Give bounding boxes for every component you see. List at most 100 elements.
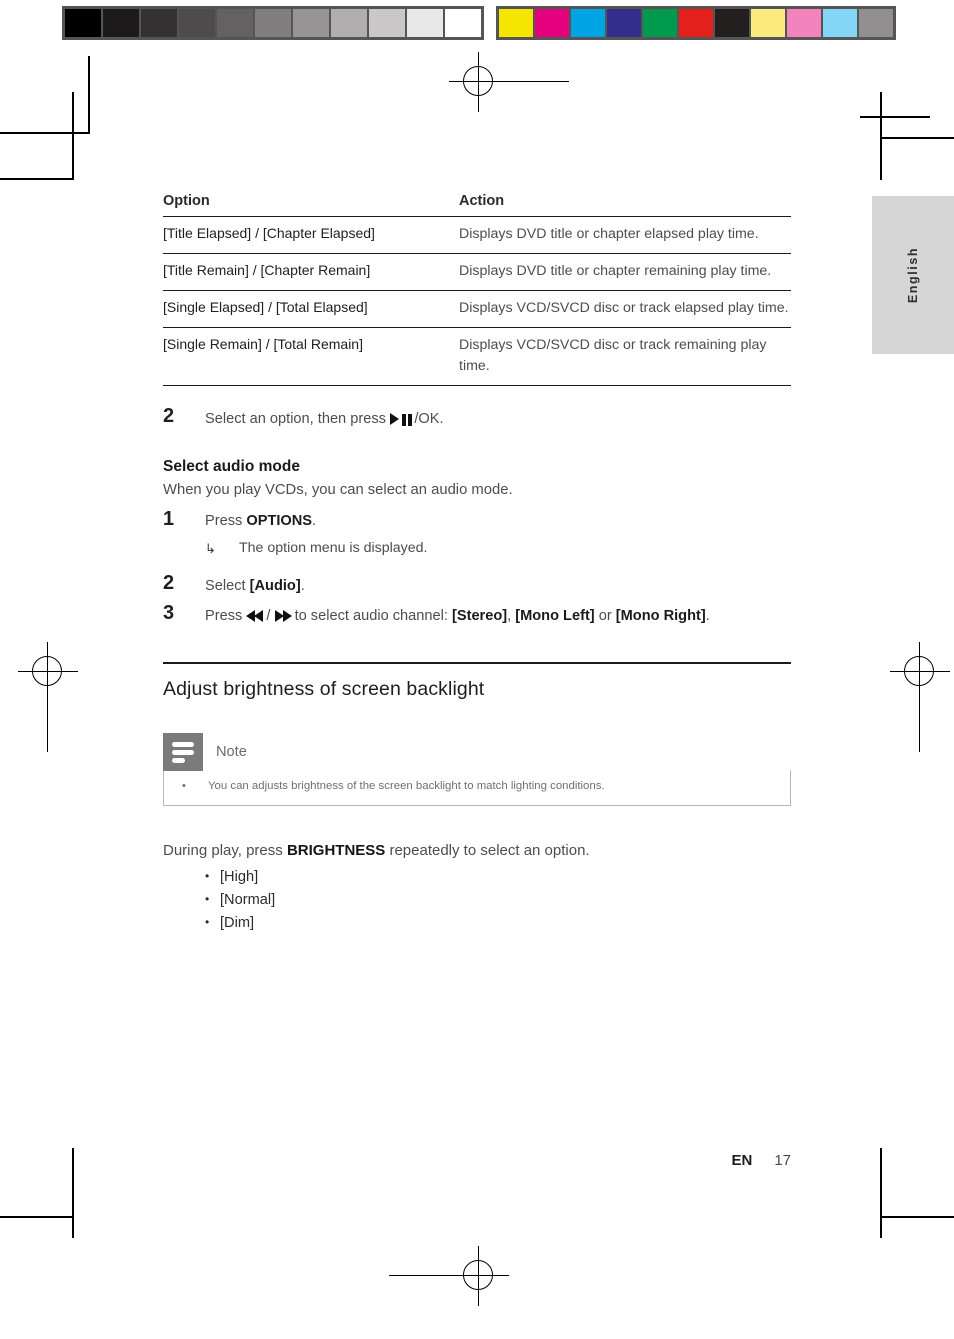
step-text: Select an option, then press /OK. — [205, 406, 791, 432]
instruction-after: repeatedly to select an option. — [385, 842, 590, 860]
language-tab-label: English — [906, 246, 920, 304]
grayscale-swatch-4 — [217, 9, 253, 37]
step-select-channel: 3 Press / to select audio channel: [Ster… — [163, 603, 791, 628]
rewind-icon — [246, 610, 264, 623]
bullet-icon: • — [205, 892, 210, 907]
color-swatch-7 — [751, 9, 785, 37]
table-row: [Title Remain] / [Chapter Remain] Displa… — [163, 254, 791, 291]
brightness-instruction: During play, press BRIGHTNESS repeatedly… — [163, 842, 791, 859]
options-table: Option Action [Title Elapsed] / [Chapter… — [163, 190, 791, 386]
separator: or — [594, 608, 616, 625]
fast-forward-icon — [274, 610, 292, 623]
note-header: Note — [163, 733, 791, 772]
grayscale-swatch-9 — [407, 9, 443, 37]
note-bullet-item: • You can adjusts brightness of the scre… — [176, 779, 778, 795]
grayscale-swatch-8 — [369, 9, 405, 37]
grayscale-swatch-2 — [141, 9, 177, 37]
crop-mark-top-left-horizontal — [0, 132, 89, 134]
list-item-label: [Normal] — [220, 892, 276, 909]
note-text: You can adjusts brightness of the screen… — [208, 780, 605, 793]
cell-option: [Single Remain] / [Total Remain] — [163, 336, 363, 353]
step-text-before: Select — [205, 577, 250, 594]
substep-option-menu: ↳ The option menu is displayed. — [205, 540, 791, 557]
color-swatch-8 — [787, 9, 821, 37]
step-text-after: /OK. — [414, 410, 444, 427]
list-item: • [High] — [163, 869, 791, 885]
crop-mark-top-left-vertical — [88, 56, 90, 134]
crop-mark-top-right-vertical — [880, 92, 882, 180]
color-swatch-2 — [571, 9, 605, 37]
crop-mark-top-right-horizontal — [860, 116, 930, 118]
step-text-before: Press — [205, 608, 247, 625]
grayscale-swatch-0 — [65, 9, 101, 37]
audio-section-intro: When you play VCDs, you can select an au… — [163, 481, 513, 498]
step-number: 3 — [163, 602, 175, 625]
step-text-mid: to select audio channel: — [290, 608, 452, 625]
crop-mark-top-right-lower-horizontal — [880, 137, 954, 139]
step-press-options: 1 Press OPTIONS. ↳ The option menu is di… — [163, 507, 791, 557]
table-row: [Single Remain] / [Total Remain] Display… — [163, 328, 791, 386]
color-swatch-9 — [823, 9, 857, 37]
bullet-icon: • — [205, 915, 210, 930]
table-row: [Title Elapsed] / [Chapter Elapsed] Disp… — [163, 217, 791, 254]
cell-action: Displays VCD/SVCD disc or track remainin… — [459, 337, 767, 374]
footer-language-code: EN — [731, 1152, 753, 1169]
step-text: Press OPTIONS. — [205, 509, 791, 533]
color-swatch-group — [496, 6, 896, 40]
table-head: Option Action — [163, 190, 791, 217]
instruction-before: During play, press — [163, 842, 287, 860]
cell-option: [Single Elapsed] / [Total Elapsed] — [163, 299, 368, 316]
crop-mark-bottom-left-horizontal — [0, 1216, 73, 1218]
crop-mark-bottom-right-horizontal — [880, 1216, 954, 1218]
step-text-after: . — [300, 577, 305, 594]
cell-action: Displays DVD title or chapter elapsed pl… — [459, 226, 759, 242]
table-header-row: Option Action — [163, 190, 791, 217]
grayscale-swatch-1 — [103, 9, 139, 37]
bullet-icon: • — [205, 869, 210, 884]
column-header-action: Action — [459, 193, 505, 209]
crop-mark-bottom-left-vertical — [72, 1148, 74, 1238]
backlight-section-title: Adjust brightness of screen backlight — [163, 678, 485, 701]
step-text-before: Press — [205, 512, 247, 529]
registration-mark-top — [449, 52, 569, 112]
instruction-keyword-brightness: BRIGHTNESS — [286, 842, 386, 860]
note-icon — [163, 733, 203, 772]
list-item-label: [High] — [220, 869, 259, 886]
print-calibration-bar — [62, 6, 896, 40]
step-text-before: Select an option, then press — [205, 410, 390, 427]
list-item-label: [Dim] — [220, 915, 255, 932]
grayscale-swatch-5 — [255, 9, 291, 37]
grayscale-swatch-3 — [179, 9, 215, 37]
footer-page-number: 17 — [774, 1152, 791, 1169]
pause-icon — [401, 410, 414, 432]
color-swatch-10 — [859, 9, 893, 37]
color-swatch-4 — [643, 9, 677, 37]
color-swatch-6 — [715, 9, 749, 37]
step-keyword-options: OPTIONS — [246, 512, 313, 529]
table-row: [Single Elapsed] / [Total Elapsed] Displ… — [163, 291, 791, 328]
cell-action: Displays VCD/SVCD disc or track elapsed … — [459, 300, 789, 317]
color-swatch-5 — [679, 9, 713, 37]
note-bullet-icon: • — [182, 780, 186, 793]
column-header-option: Option — [163, 193, 210, 209]
audio-section-title: Select audio mode — [163, 457, 300, 475]
channel-option-stereo: [Stereo] — [451, 608, 508, 625]
list-item: • [Dim] — [163, 915, 791, 931]
crop-mark-top-left-inner-vertical — [72, 92, 74, 180]
note-label: Note — [216, 744, 247, 761]
step-select-option: 2 Select an option, then press /OK. — [163, 405, 791, 432]
color-swatch-0 — [499, 9, 533, 37]
grayscale-swatch-7 — [331, 9, 367, 37]
play-icon — [389, 412, 399, 425]
step-number: 1 — [163, 507, 175, 530]
arrow-icon: ↳ — [205, 540, 216, 556]
list-item: • [Normal] — [163, 892, 791, 908]
step-keyword-audio: [Audio] — [249, 577, 301, 594]
color-swatch-3 — [607, 9, 641, 37]
grayscale-swatch-6 — [293, 9, 329, 37]
crop-mark-top-left-lower-horizontal — [0, 178, 73, 180]
cell-action: Displays DVD title or chapter remaining … — [459, 263, 772, 280]
channel-option-mono-left: [Mono Left] — [515, 608, 595, 625]
substep-text: The option menu is displayed. — [239, 539, 428, 556]
step-select-audio: 2 Select [Audio]. — [163, 572, 791, 598]
